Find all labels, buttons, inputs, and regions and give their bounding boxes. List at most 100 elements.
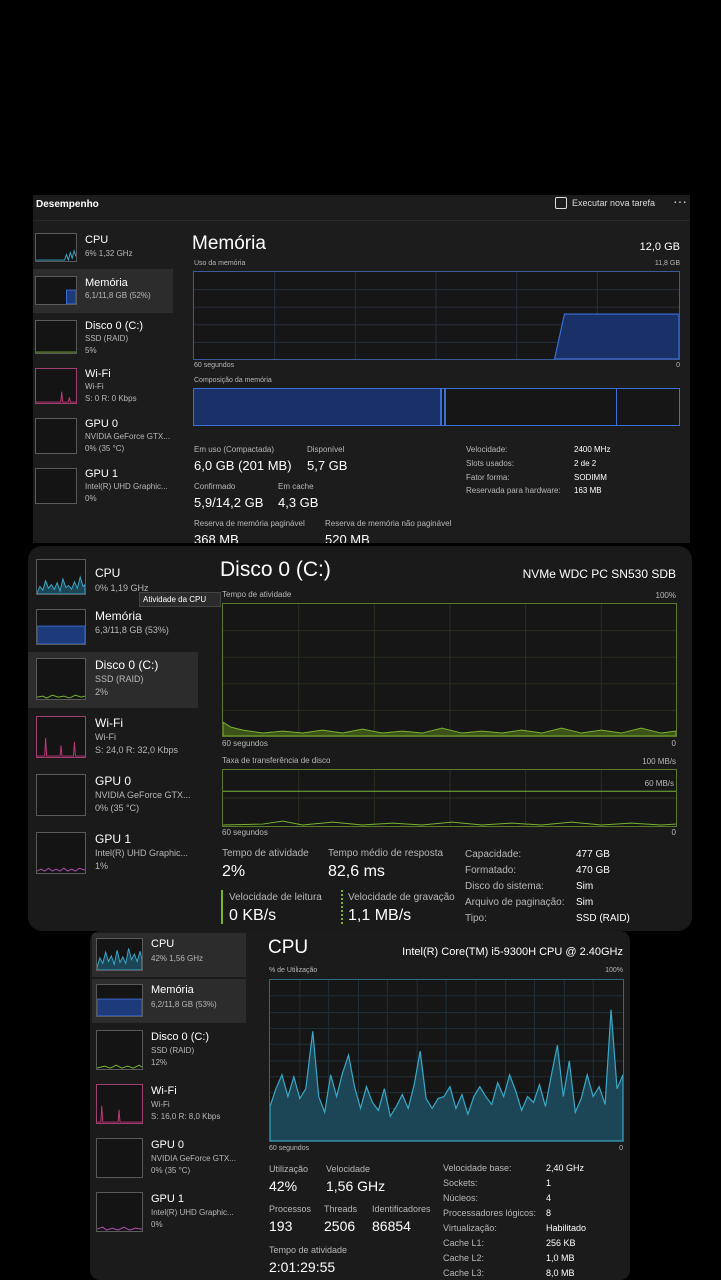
sidebar-item-sub2: S: 24,0 R: 32,0 Kbps bbox=[95, 745, 179, 755]
sidebar-item-disk[interactable]: Disco 0 (C:) SSD (RAID) 5% bbox=[33, 317, 173, 357]
sidebar-item-gpu1[interactable]: GPU 1 Intel(R) UHD Graphic... 0% bbox=[92, 1189, 246, 1237]
stat-value: 193 bbox=[269, 1218, 293, 1234]
stat-value: 1,1 MB/s bbox=[348, 907, 412, 924]
sidebar-item-label: Memória bbox=[151, 984, 194, 996]
wifi-thumbnail bbox=[96, 1084, 143, 1124]
sidebar-item-disk[interactable]: Disco 0 (C:) SSD (RAID) 2% bbox=[28, 652, 198, 708]
sidebar-item-gpu0[interactable]: GPU 0 NVIDIA GeForce GTX... 0% (35 °C) bbox=[33, 415, 173, 457]
page-title: Disco 0 (C:) bbox=[220, 558, 331, 581]
stat-value: 1,56 GHz bbox=[326, 1178, 386, 1194]
stat-label: Velocidade bbox=[326, 1164, 371, 1174]
gpu1-thumbnail bbox=[36, 832, 86, 874]
detail-label: Fator forma: bbox=[466, 473, 510, 482]
detail-label: Virtualização: bbox=[443, 1223, 497, 1233]
header-title: Desempenho bbox=[36, 199, 99, 210]
stat-value: 2506 bbox=[324, 1218, 356, 1234]
memory-usage-graph bbox=[193, 271, 680, 360]
sidebar-item-sub: 6,1/11,8 GB (52%) bbox=[85, 291, 151, 300]
time-label: 60 segundos bbox=[222, 739, 268, 748]
composition-standby bbox=[616, 389, 617, 425]
sidebar-item-sub2: 12% bbox=[151, 1058, 168, 1067]
sidebar-item-label: CPU bbox=[95, 566, 121, 580]
panel-header: Desempenho Executar nova tarefa ··· bbox=[33, 195, 690, 221]
detail-value: 256 KB bbox=[546, 1238, 576, 1248]
memory-thumbnail bbox=[36, 609, 86, 645]
util-label: % de Utilização bbox=[269, 967, 318, 974]
run-task-button[interactable]: Executar nova tarefa bbox=[572, 198, 655, 208]
disk-thumbnail bbox=[36, 658, 86, 700]
sidebar-item-sub: SSD (RAID) bbox=[151, 1046, 195, 1055]
composition-label: Composição da memória bbox=[194, 377, 272, 384]
sidebar-item-label: GPU 0 bbox=[151, 1139, 185, 1151]
activity-max: 100% bbox=[655, 591, 676, 600]
detail-value: 477 GB bbox=[576, 849, 610, 860]
sidebar-item-memory[interactable]: Memória 6,3/11,8 GB (53%) bbox=[28, 604, 198, 650]
detail-value: 2,40 GHz bbox=[546, 1163, 585, 1173]
sidebar-item-sub2: 1% bbox=[95, 861, 109, 871]
sidebar-item-label: GPU 1 bbox=[85, 468, 119, 480]
sidebar-item-wifi[interactable]: Wi-Fi Wi-Fi S: 24,0 R: 32,0 Kbps bbox=[28, 712, 198, 768]
detail-value: 1 bbox=[546, 1178, 552, 1188]
sidebar-item-label: Wi-Fi bbox=[151, 1085, 177, 1097]
sidebar-item-gpu0[interactable]: GPU 0 NVIDIA GeForce GTX... 0% (35 °C) bbox=[28, 770, 198, 826]
sidebar-item-memory[interactable]: Memória 6,1/11,8 GB (52%) bbox=[33, 269, 173, 313]
sidebar-item-label: Memória bbox=[85, 277, 128, 289]
sidebar-item-sub: NVIDIA GeForce GTX... bbox=[85, 432, 170, 441]
sidebar-item-label: Disco 0 (C:) bbox=[95, 658, 159, 672]
sidebar-item-cpu[interactable]: CPU 42% 1,56 GHz bbox=[92, 933, 246, 977]
stat-value: 2:01:29:55 bbox=[269, 1259, 336, 1275]
sidebar-item-label: GPU 1 bbox=[95, 832, 132, 846]
sidebar-item-wifi[interactable]: Wi-Fi Wi-Fi S: 0 R: 0 Kbps bbox=[33, 365, 173, 407]
gpu1-thumbnail bbox=[96, 1192, 143, 1232]
stat-value: 368 MB bbox=[194, 532, 239, 543]
tooltip-text: Atividade da CPU bbox=[143, 595, 207, 604]
time-label: 60 segundos bbox=[222, 828, 268, 837]
stat-value: 2% bbox=[222, 863, 246, 880]
sidebar-item-memory[interactable]: Memória 6,2/11,8 GB (53%) bbox=[92, 979, 246, 1023]
memory-thumbnail bbox=[96, 984, 143, 1017]
stat-label: Reserva de memória paginável bbox=[194, 519, 305, 528]
write-speed-bar bbox=[341, 890, 343, 924]
sidebar-item-disk[interactable]: Disco 0 (C:) SSD (RAID) 12% bbox=[92, 1027, 246, 1075]
detail-label: Reservada para hardware: bbox=[466, 486, 561, 495]
sidebar-item-wifi[interactable]: Wi-Fi Wi-Fi S: 16,0 R: 8,0 Kbps bbox=[92, 1081, 246, 1129]
detail-label: Núcleos: bbox=[443, 1193, 479, 1203]
sidebar-item-sub2: S: 16,0 R: 8,0 Kbps bbox=[151, 1112, 221, 1121]
disk-activity-graph bbox=[222, 603, 677, 737]
sidebar-item-sub: SSD (RAID) bbox=[85, 334, 129, 343]
run-task-icon[interactable] bbox=[555, 197, 567, 209]
stat-label: Tempo de atividade bbox=[222, 848, 309, 859]
detail-label: Processadores lógicos: bbox=[443, 1208, 537, 1218]
usage-max: 11,8 GB bbox=[654, 260, 680, 267]
stat-value: 82,6 ms bbox=[328, 863, 385, 880]
detail-label: Cache L1: bbox=[443, 1238, 485, 1248]
sidebar-item-sub: NVIDIA GeForce GTX... bbox=[151, 1154, 236, 1163]
disk-thumbnail bbox=[96, 1030, 143, 1070]
sidebar-item-gpu0[interactable]: GPU 0 NVIDIA GeForce GTX... 0% (35 °C) bbox=[92, 1135, 246, 1183]
sidebar-item-gpu1[interactable]: GPU 1 Intel(R) UHD Graphic... 0% bbox=[33, 465, 173, 505]
detail-value: SODIMM bbox=[574, 473, 607, 482]
stat-label: Utilização bbox=[269, 1164, 309, 1174]
cpu-thumbnail bbox=[35, 233, 77, 262]
sidebar-item-sub2: 0% bbox=[85, 494, 97, 503]
sidebar-item-sub: Wi-Fi bbox=[151, 1100, 170, 1109]
sidebar-item-sub2: 2% bbox=[95, 687, 109, 697]
stat-value: 5,9/14,2 GB bbox=[194, 495, 264, 510]
detail-value: Sim bbox=[576, 897, 594, 908]
more-options-icon[interactable]: ··· bbox=[673, 195, 687, 209]
usage-label: Uso da memória bbox=[194, 260, 246, 267]
stat-label: Em cache bbox=[278, 482, 314, 491]
detail-label: Capacidade: bbox=[465, 849, 522, 860]
sidebar-item-sub: 6,3/11,8 GB (53%) bbox=[95, 625, 169, 635]
detail-label: Velocidade base: bbox=[443, 1163, 512, 1173]
stat-label: Velocidade de gravação bbox=[348, 892, 455, 903]
stat-label: Velocidade de leitura bbox=[229, 892, 322, 903]
time-zero: 0 bbox=[671, 739, 676, 748]
sidebar-item-sub: Intel(R) UHD Graphic... bbox=[151, 1208, 234, 1217]
sidebar-item-cpu[interactable]: CPU 6% 1,32 GHz bbox=[33, 229, 173, 265]
sidebar-item-sub2: 0% (35 °C) bbox=[95, 803, 140, 813]
page-title: Memória bbox=[192, 233, 266, 254]
sidebar-item-gpu1[interactable]: GPU 1 Intel(R) UHD Graphic... 1% bbox=[28, 828, 198, 884]
sidebar-item-sub: SSD (RAID) bbox=[95, 674, 144, 684]
time-zero: 0 bbox=[676, 362, 680, 369]
